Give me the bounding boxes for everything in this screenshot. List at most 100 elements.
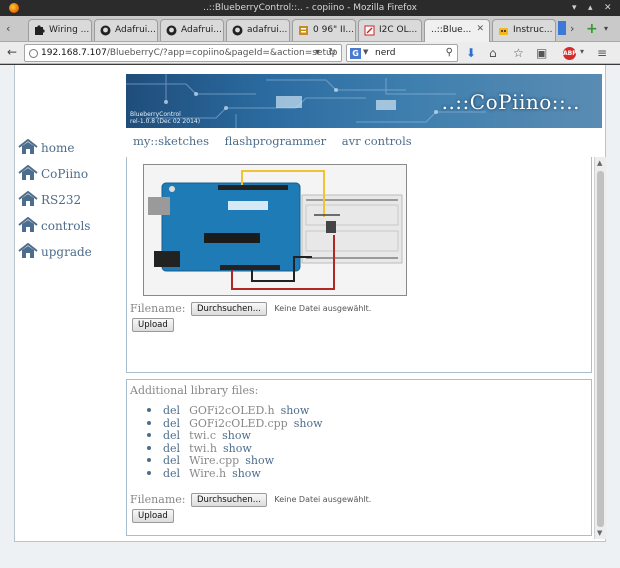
tab-list-icon[interactable]: ▾ xyxy=(604,24,608,33)
show-file-link[interactable]: show xyxy=(294,417,323,430)
bullet-icon xyxy=(147,433,151,438)
page-icon xyxy=(299,26,308,35)
tab-instructables[interactable]: Instruc... xyxy=(492,19,556,41)
search-bar[interactable]: G ▼ nerd ⚲ xyxy=(346,44,458,62)
delete-file-link[interactable]: del xyxy=(163,429,180,442)
menu-icon[interactable]: ≡ xyxy=(597,46,607,60)
tab-wiring[interactable]: Wiring ... xyxy=(28,19,92,41)
content-scroll-area[interactable]: Filename: Durchsuchen... Keine Datei aus… xyxy=(126,157,608,539)
bullet-icon xyxy=(147,420,151,425)
tab-label: Wiring ... xyxy=(49,25,90,35)
content-scrollbar[interactable]: ▲ ▼ xyxy=(594,157,606,539)
tab-overflow-icon[interactable] xyxy=(558,21,566,35)
chevron-down-icon[interactable]: ▾ xyxy=(580,47,584,56)
file-name: GOFi2cOLED.cpp xyxy=(189,416,288,430)
github-icon xyxy=(166,25,177,36)
reload-icon[interactable]: ↻ xyxy=(328,47,336,58)
tab-label: I2C OL... xyxy=(379,25,418,35)
home-icon[interactable]: ⌂ xyxy=(489,46,497,60)
chevron-down-icon[interactable]: ▼ xyxy=(363,48,368,56)
sidebar-item-upgrade[interactable]: upgrade xyxy=(18,243,118,269)
tab-scroll-left-icon[interactable]: ‹ xyxy=(6,22,10,35)
tab-adafruit-2[interactable]: Adafrui... xyxy=(160,19,224,41)
sidebar-item-label: RS232 xyxy=(41,193,82,207)
delete-file-link[interactable]: del xyxy=(163,404,180,417)
house-icon xyxy=(18,243,38,258)
upload-sketch-button[interactable]: Upload xyxy=(132,318,174,332)
search-input[interactable]: nerd xyxy=(375,48,396,58)
nav-my-sketches[interactable]: my::sketches xyxy=(133,134,209,148)
sidebar-item-rs232[interactable]: RS232 xyxy=(18,191,118,217)
tab-scroll-right-icon[interactable]: › xyxy=(570,22,574,35)
browse-button[interactable]: Durchsuchen... xyxy=(190,302,267,316)
scroll-down-icon[interactable]: ▼ xyxy=(597,529,602,537)
sidebar-item-copiino[interactable]: CoPiino xyxy=(18,165,118,191)
delete-file-link[interactable]: del xyxy=(163,417,180,430)
file-name: twi.h xyxy=(189,441,218,455)
close-tab-icon[interactable]: ✕ xyxy=(476,24,484,34)
no-file-text: Keine Datei ausgewählt. xyxy=(274,495,372,504)
scroll-up-icon[interactable]: ▲ xyxy=(597,159,602,167)
arduino-breadboard-illustration xyxy=(148,170,403,290)
upload-library-button[interactable]: Upload xyxy=(132,509,174,523)
url-host: 192.168.7.107 xyxy=(41,48,107,58)
tab-adafruit-1[interactable]: Adafrui... xyxy=(94,19,158,41)
site-banner: ..::CoPiino::.. BlueberryControl rel-1.0… xyxy=(126,74,602,128)
house-icon xyxy=(18,217,38,232)
window-titlebar: ..::BlueberryControl::.. - copiino - Moz… xyxy=(0,0,620,16)
bullet-icon xyxy=(147,458,151,463)
delete-file-link[interactable]: del xyxy=(163,467,180,480)
binoculars-icon[interactable]: ⚲ xyxy=(446,47,453,58)
show-file-link[interactable]: show xyxy=(281,404,310,417)
library-file-list: del GOFi2cOLED.h show del GOFi2cOLED.cpp sho… xyxy=(147,404,323,481)
web-page: ..::CoPiino::.. BlueberryControl rel-1.0… xyxy=(0,65,620,568)
sidebar-item-home[interactable]: home xyxy=(18,139,118,165)
clipboard-icon[interactable]: ▣ xyxy=(536,46,547,60)
bullet-icon xyxy=(147,470,151,475)
back-icon[interactable]: ← xyxy=(7,45,17,59)
download-icon[interactable]: ⬇ xyxy=(466,46,476,60)
house-icon xyxy=(18,139,38,154)
close-window-icon[interactable]: ✕ xyxy=(604,3,612,13)
delete-file-link[interactable]: del xyxy=(163,454,180,468)
new-tab-icon[interactable]: + xyxy=(586,21,598,37)
minimize-icon[interactable]: ▾ xyxy=(572,3,577,13)
tab-label: Adafrui... xyxy=(115,25,156,35)
tab-label: ..::Blue... xyxy=(431,25,472,35)
browse-button[interactable]: Durchsuchen... xyxy=(190,493,267,507)
show-file-link[interactable]: show xyxy=(222,429,251,442)
delete-file-link[interactable]: del xyxy=(163,442,180,455)
filename-label: Filename: xyxy=(130,302,186,315)
nav-flashprogrammer[interactable]: flashprogrammer xyxy=(225,134,326,148)
search-engine-icon[interactable]: G xyxy=(350,48,361,59)
show-file-link[interactable]: show xyxy=(232,467,261,480)
tab-label: Instruc... xyxy=(513,25,553,35)
scrollbar-thumb[interactable] xyxy=(597,171,604,527)
tab-label: 0 96" II... xyxy=(313,25,354,35)
maximize-icon[interactable]: ▴ xyxy=(588,3,593,13)
list-item: del Wire.h show xyxy=(147,466,323,481)
url-bar[interactable]: 192.168.7.107/BlueberryC/?app=copiino&pa… xyxy=(24,44,342,62)
library-file-row: Filename: Durchsuchen... Keine Datei aus… xyxy=(130,493,371,507)
sidebar-item-controls[interactable]: controls xyxy=(18,217,118,243)
bookmark-star-icon[interactable]: ☆ xyxy=(513,46,524,60)
sidebar-item-label: controls xyxy=(41,219,91,233)
adblock-icon[interactable]: ABP xyxy=(563,47,577,60)
url-dropdown-icon[interactable]: ▾ xyxy=(315,47,320,58)
tab-blueberry[interactable]: ..::Blue... ✕ xyxy=(424,19,490,42)
globe-icon xyxy=(29,49,38,58)
nav-avr-controls[interactable]: avr controls xyxy=(342,134,412,148)
file-name: Wire.h xyxy=(189,466,227,480)
tab-bar: ‹ Wiring ... Adafrui... Adafrui... adafr… xyxy=(0,16,620,42)
site-version: BlueberryControl rel-1.0.8 (Dec 02 2014) xyxy=(130,111,200,125)
puzzle-icon xyxy=(35,25,45,35)
bullet-icon xyxy=(147,445,151,450)
show-file-link[interactable]: show xyxy=(223,442,252,455)
tab-adafruit-3[interactable]: adafrui... xyxy=(226,19,290,41)
github-icon xyxy=(100,25,111,36)
show-file-link[interactable]: show xyxy=(245,454,274,468)
tab-i2c-oled[interactable]: I2C OL... xyxy=(358,19,422,41)
bullet-icon xyxy=(147,408,151,412)
tab-oled-096[interactable]: 0 96" II... xyxy=(292,19,356,41)
tab-label: adafrui... xyxy=(247,25,288,35)
